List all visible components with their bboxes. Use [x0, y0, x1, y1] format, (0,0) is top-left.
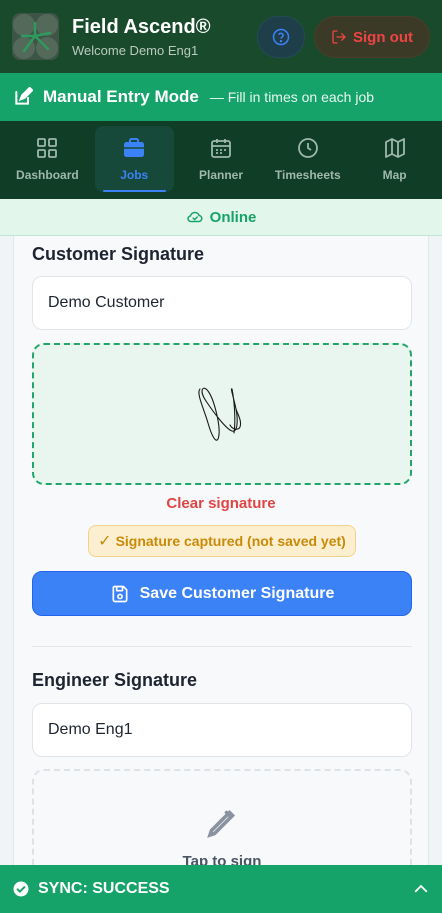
- sign-out-label: Sign out: [353, 28, 413, 46]
- signature-captured-label: Signature captured (not saved yet): [115, 533, 346, 549]
- signature-card: Customer Signature Demo Customer Clear s…: [13, 236, 429, 909]
- signature-captured-badge: ✓ Signature captured (not saved yet): [88, 525, 356, 557]
- customer-signature-title: Customer Signature: [32, 244, 205, 264]
- manual-entry-subtitle: — Fill in times on each job: [209, 89, 375, 105]
- nav-item-dashboard[interactable]: Dashboard: [8, 126, 87, 192]
- welcome-text: Welcome Demo Eng1: [72, 43, 199, 58]
- save-icon: [112, 585, 128, 602]
- edit-icon: [15, 87, 33, 105]
- nav-label: Jobs: [120, 168, 149, 182]
- clear-signature-link[interactable]: Clear signature: [14, 495, 428, 512]
- save-customer-signature-button[interactable]: Save Customer Signature: [32, 571, 412, 616]
- main-nav: Dashboard Jobs Planner Timesheets Map: [0, 121, 442, 199]
- cloud-check-icon: [186, 211, 203, 223]
- sign-out-button[interactable]: Sign out: [314, 16, 430, 58]
- online-label: Online: [209, 208, 257, 226]
- sync-status-bar[interactable]: SYNC: SUCCESS: [0, 865, 442, 913]
- clock-icon: [297, 138, 318, 158]
- online-status-bar: Online: [0, 199, 442, 236]
- check-icon: ✓: [98, 533, 112, 550]
- nav-item-jobs[interactable]: Jobs: [94, 126, 174, 192]
- nav-item-map[interactable]: Map: [355, 126, 434, 192]
- nav-label: Map: [382, 168, 407, 182]
- nav-item-planner[interactable]: Planner: [182, 126, 261, 192]
- section-divider: [32, 646, 412, 647]
- calendar-icon: [211, 139, 231, 158]
- app-header: Field Ascend® Welcome Demo Eng1 Sign out: [0, 0, 442, 73]
- manual-entry-title: Manual Entry Mode: [43, 87, 199, 106]
- customer-name-field[interactable]: Demo Customer: [32, 276, 412, 330]
- sync-status-label: SYNC: SUCCESS: [38, 880, 170, 897]
- app-title: Field Ascend®: [72, 16, 211, 38]
- nav-label: Timesheets: [274, 168, 341, 182]
- nav-item-timesheets[interactable]: Timesheets: [268, 126, 347, 192]
- engineer-signature-title: Engineer Signature: [32, 670, 198, 690]
- nav-label: Planner: [198, 168, 243, 182]
- check-circle-icon: [13, 881, 29, 897]
- signature-stroke: [198, 387, 242, 441]
- app-logo: [12, 13, 59, 60]
- customer-signature-pad[interactable]: [32, 343, 412, 485]
- briefcase-icon: [124, 138, 145, 157]
- map-icon: [384, 138, 405, 158]
- chevron-up-icon[interactable]: [412, 880, 430, 898]
- save-customer-signature-label: Save Customer Signature: [139, 584, 335, 602]
- manual-entry-banner: Manual Entry Mode — Fill in times on eac…: [0, 73, 442, 121]
- question-circle-icon: [272, 28, 290, 46]
- help-button[interactable]: [257, 16, 305, 58]
- logout-icon: [332, 30, 346, 44]
- pen-icon: [207, 809, 236, 838]
- grid-icon: [37, 138, 58, 158]
- engineer-name-field[interactable]: Demo Eng1: [32, 703, 412, 757]
- nav-label: Dashboard: [16, 168, 79, 182]
